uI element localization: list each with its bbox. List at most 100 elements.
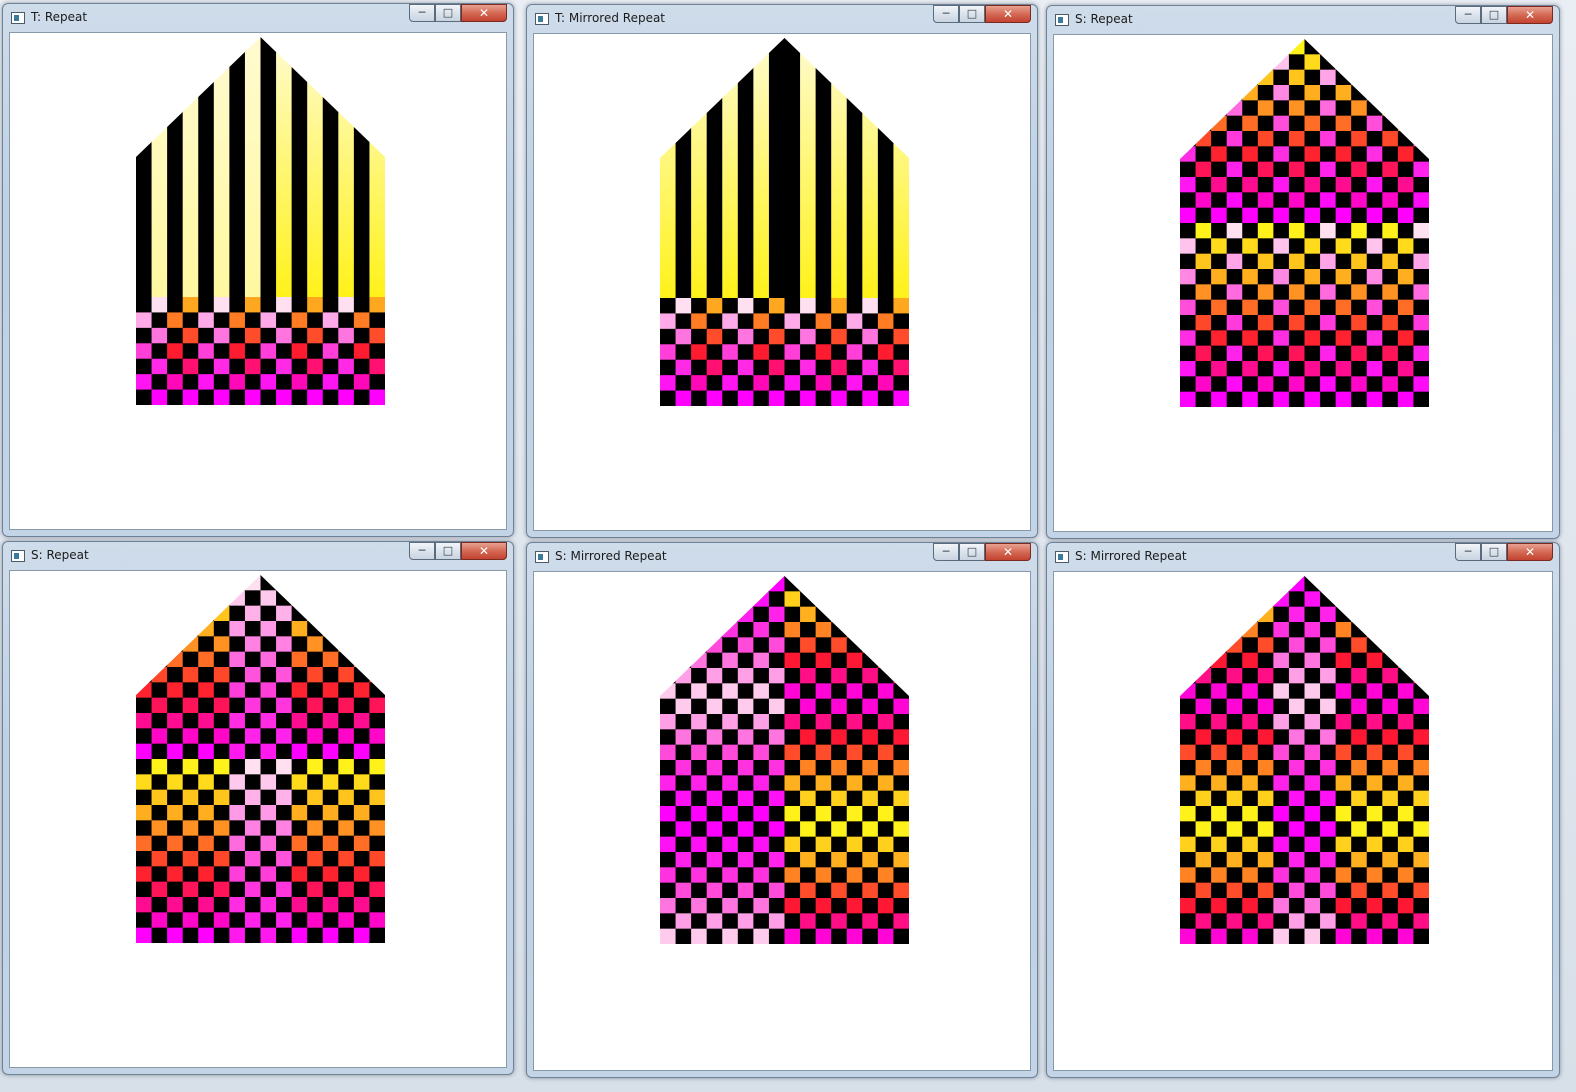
window-s-mirrored-repeat-2[interactable]: S: Mirrored Repeat ─ □ ✕ bbox=[1046, 542, 1560, 1078]
checker-cell bbox=[1351, 207, 1368, 224]
checker-cell bbox=[893, 928, 909, 944]
checker-cell bbox=[753, 359, 770, 376]
checker-cell bbox=[136, 835, 153, 852]
checker-cell bbox=[1273, 744, 1290, 761]
checker-cell bbox=[862, 729, 879, 746]
checker-cell bbox=[244, 927, 261, 943]
checker-cell bbox=[353, 697, 370, 714]
app-icon bbox=[535, 551, 549, 563]
window-s-repeat-2[interactable]: S: Repeat ─ □ ✕ bbox=[2, 541, 514, 1075]
checker-cell bbox=[1351, 729, 1368, 746]
checker-cell bbox=[338, 312, 355, 329]
checker-cell bbox=[800, 882, 817, 899]
checker-cell bbox=[198, 575, 215, 591]
close-button[interactable]: ✕ bbox=[985, 5, 1031, 23]
checker-cell bbox=[1226, 269, 1243, 285]
checker-cell bbox=[291, 881, 308, 898]
title-bar[interactable]: S: Repeat ─ □ ✕ bbox=[1047, 6, 1559, 34]
checker-cell bbox=[1195, 806, 1212, 822]
window-s-repeat[interactable]: S: Repeat ─ □ ✕ bbox=[1046, 5, 1560, 539]
checker-cell bbox=[1226, 622, 1243, 638]
maximize-button[interactable]: □ bbox=[435, 542, 461, 560]
checker-cell bbox=[1242, 852, 1259, 868]
maximize-button[interactable]: □ bbox=[1481, 6, 1507, 24]
checker-cell bbox=[213, 590, 230, 607]
checker-cell bbox=[1304, 177, 1321, 193]
checker-cell bbox=[244, 358, 261, 375]
checker-cell bbox=[198, 358, 215, 375]
window-t-mirrored-repeat[interactable]: T: Mirrored Repeat ─ □ ✕ bbox=[526, 4, 1038, 538]
checker-cell bbox=[1257, 821, 1274, 838]
checker-cell bbox=[1320, 852, 1337, 868]
checker-cell bbox=[706, 867, 723, 884]
window-title: T: Mirrored Repeat bbox=[555, 11, 666, 25]
checker-cell bbox=[1351, 836, 1368, 853]
checker-cell bbox=[1397, 806, 1414, 822]
stripe bbox=[660, 38, 677, 298]
checker-cell bbox=[182, 927, 199, 943]
checker-cell bbox=[307, 636, 324, 653]
close-button[interactable]: ✕ bbox=[1507, 543, 1553, 561]
checker-cell bbox=[182, 789, 199, 806]
close-button[interactable]: ✕ bbox=[461, 542, 507, 560]
checker-cell bbox=[260, 805, 277, 821]
checker-cell bbox=[1195, 207, 1212, 224]
checker-cell bbox=[691, 744, 708, 761]
title-bar[interactable]: S: Mirrored Repeat ─ □ ✕ bbox=[527, 543, 1037, 571]
checker-cell bbox=[691, 668, 708, 684]
title-bar[interactable]: T: Repeat ─ □ ✕ bbox=[3, 4, 513, 32]
checker-cell bbox=[1257, 161, 1274, 178]
checker-cell bbox=[1288, 284, 1305, 301]
close-button[interactable]: ✕ bbox=[461, 4, 507, 22]
checker-cell bbox=[1320, 913, 1337, 930]
checker-cell bbox=[244, 866, 261, 883]
checker-cell bbox=[831, 867, 848, 884]
checker-cell bbox=[1257, 299, 1274, 316]
minimize-button[interactable]: ─ bbox=[1455, 6, 1481, 24]
checker-cell bbox=[1397, 683, 1414, 700]
title-bar[interactable]: T: Mirrored Repeat ─ □ ✕ bbox=[527, 5, 1037, 33]
checker-cell bbox=[1242, 391, 1259, 407]
maximize-button[interactable]: □ bbox=[959, 543, 985, 561]
maximize-button[interactable]: □ bbox=[435, 4, 461, 22]
minimize-button[interactable]: ─ bbox=[409, 542, 435, 560]
checker-cell bbox=[1242, 622, 1259, 638]
close-button[interactable]: ✕ bbox=[985, 543, 1031, 561]
minimize-button[interactable]: ─ bbox=[1455, 543, 1481, 561]
checker-cell bbox=[167, 590, 184, 607]
checker-cell bbox=[1351, 637, 1368, 654]
window-t-repeat[interactable]: T: Repeat ─ □ ✕ bbox=[2, 3, 514, 537]
title-bar[interactable]: S: Mirrored Repeat ─ □ ✕ bbox=[1047, 543, 1559, 571]
checker-cell bbox=[877, 760, 894, 776]
checker-cell bbox=[1366, 698, 1383, 715]
checker-cell bbox=[768, 714, 785, 730]
checker-cell bbox=[1413, 207, 1429, 224]
checker-cell bbox=[244, 912, 261, 929]
close-button[interactable]: ✕ bbox=[1507, 6, 1553, 24]
close-icon: ✕ bbox=[1524, 8, 1536, 22]
checker-cell bbox=[1211, 576, 1228, 592]
checker-cell bbox=[198, 651, 215, 668]
window-s-mirrored-repeat[interactable]: S: Mirrored Repeat ─ □ ✕ bbox=[526, 542, 1038, 1078]
checker-cell bbox=[753, 806, 770, 822]
maximize-button[interactable]: □ bbox=[1481, 543, 1507, 561]
minimize-button[interactable]: ─ bbox=[933, 5, 959, 23]
checker-cell bbox=[1335, 591, 1352, 608]
checker-cell bbox=[1180, 330, 1197, 347]
checker-cell bbox=[1382, 882, 1399, 899]
checker-cell bbox=[369, 835, 385, 852]
checker-cell bbox=[276, 759, 293, 775]
checker-cell bbox=[1351, 668, 1368, 684]
checker-cell bbox=[784, 928, 801, 944]
checker-cell bbox=[1257, 361, 1274, 377]
checker-cell bbox=[660, 760, 677, 776]
checker-cell bbox=[1195, 69, 1212, 86]
checker-cell bbox=[768, 775, 785, 792]
checker-cell bbox=[1304, 69, 1321, 86]
minimize-button[interactable]: ─ bbox=[409, 4, 435, 22]
title-bar[interactable]: S: Repeat ─ □ ✕ bbox=[3, 542, 513, 570]
checker-cell bbox=[1242, 269, 1259, 285]
minimize-button[interactable]: ─ bbox=[933, 543, 959, 561]
checker-cell bbox=[1304, 867, 1321, 884]
maximize-button[interactable]: □ bbox=[959, 5, 985, 23]
